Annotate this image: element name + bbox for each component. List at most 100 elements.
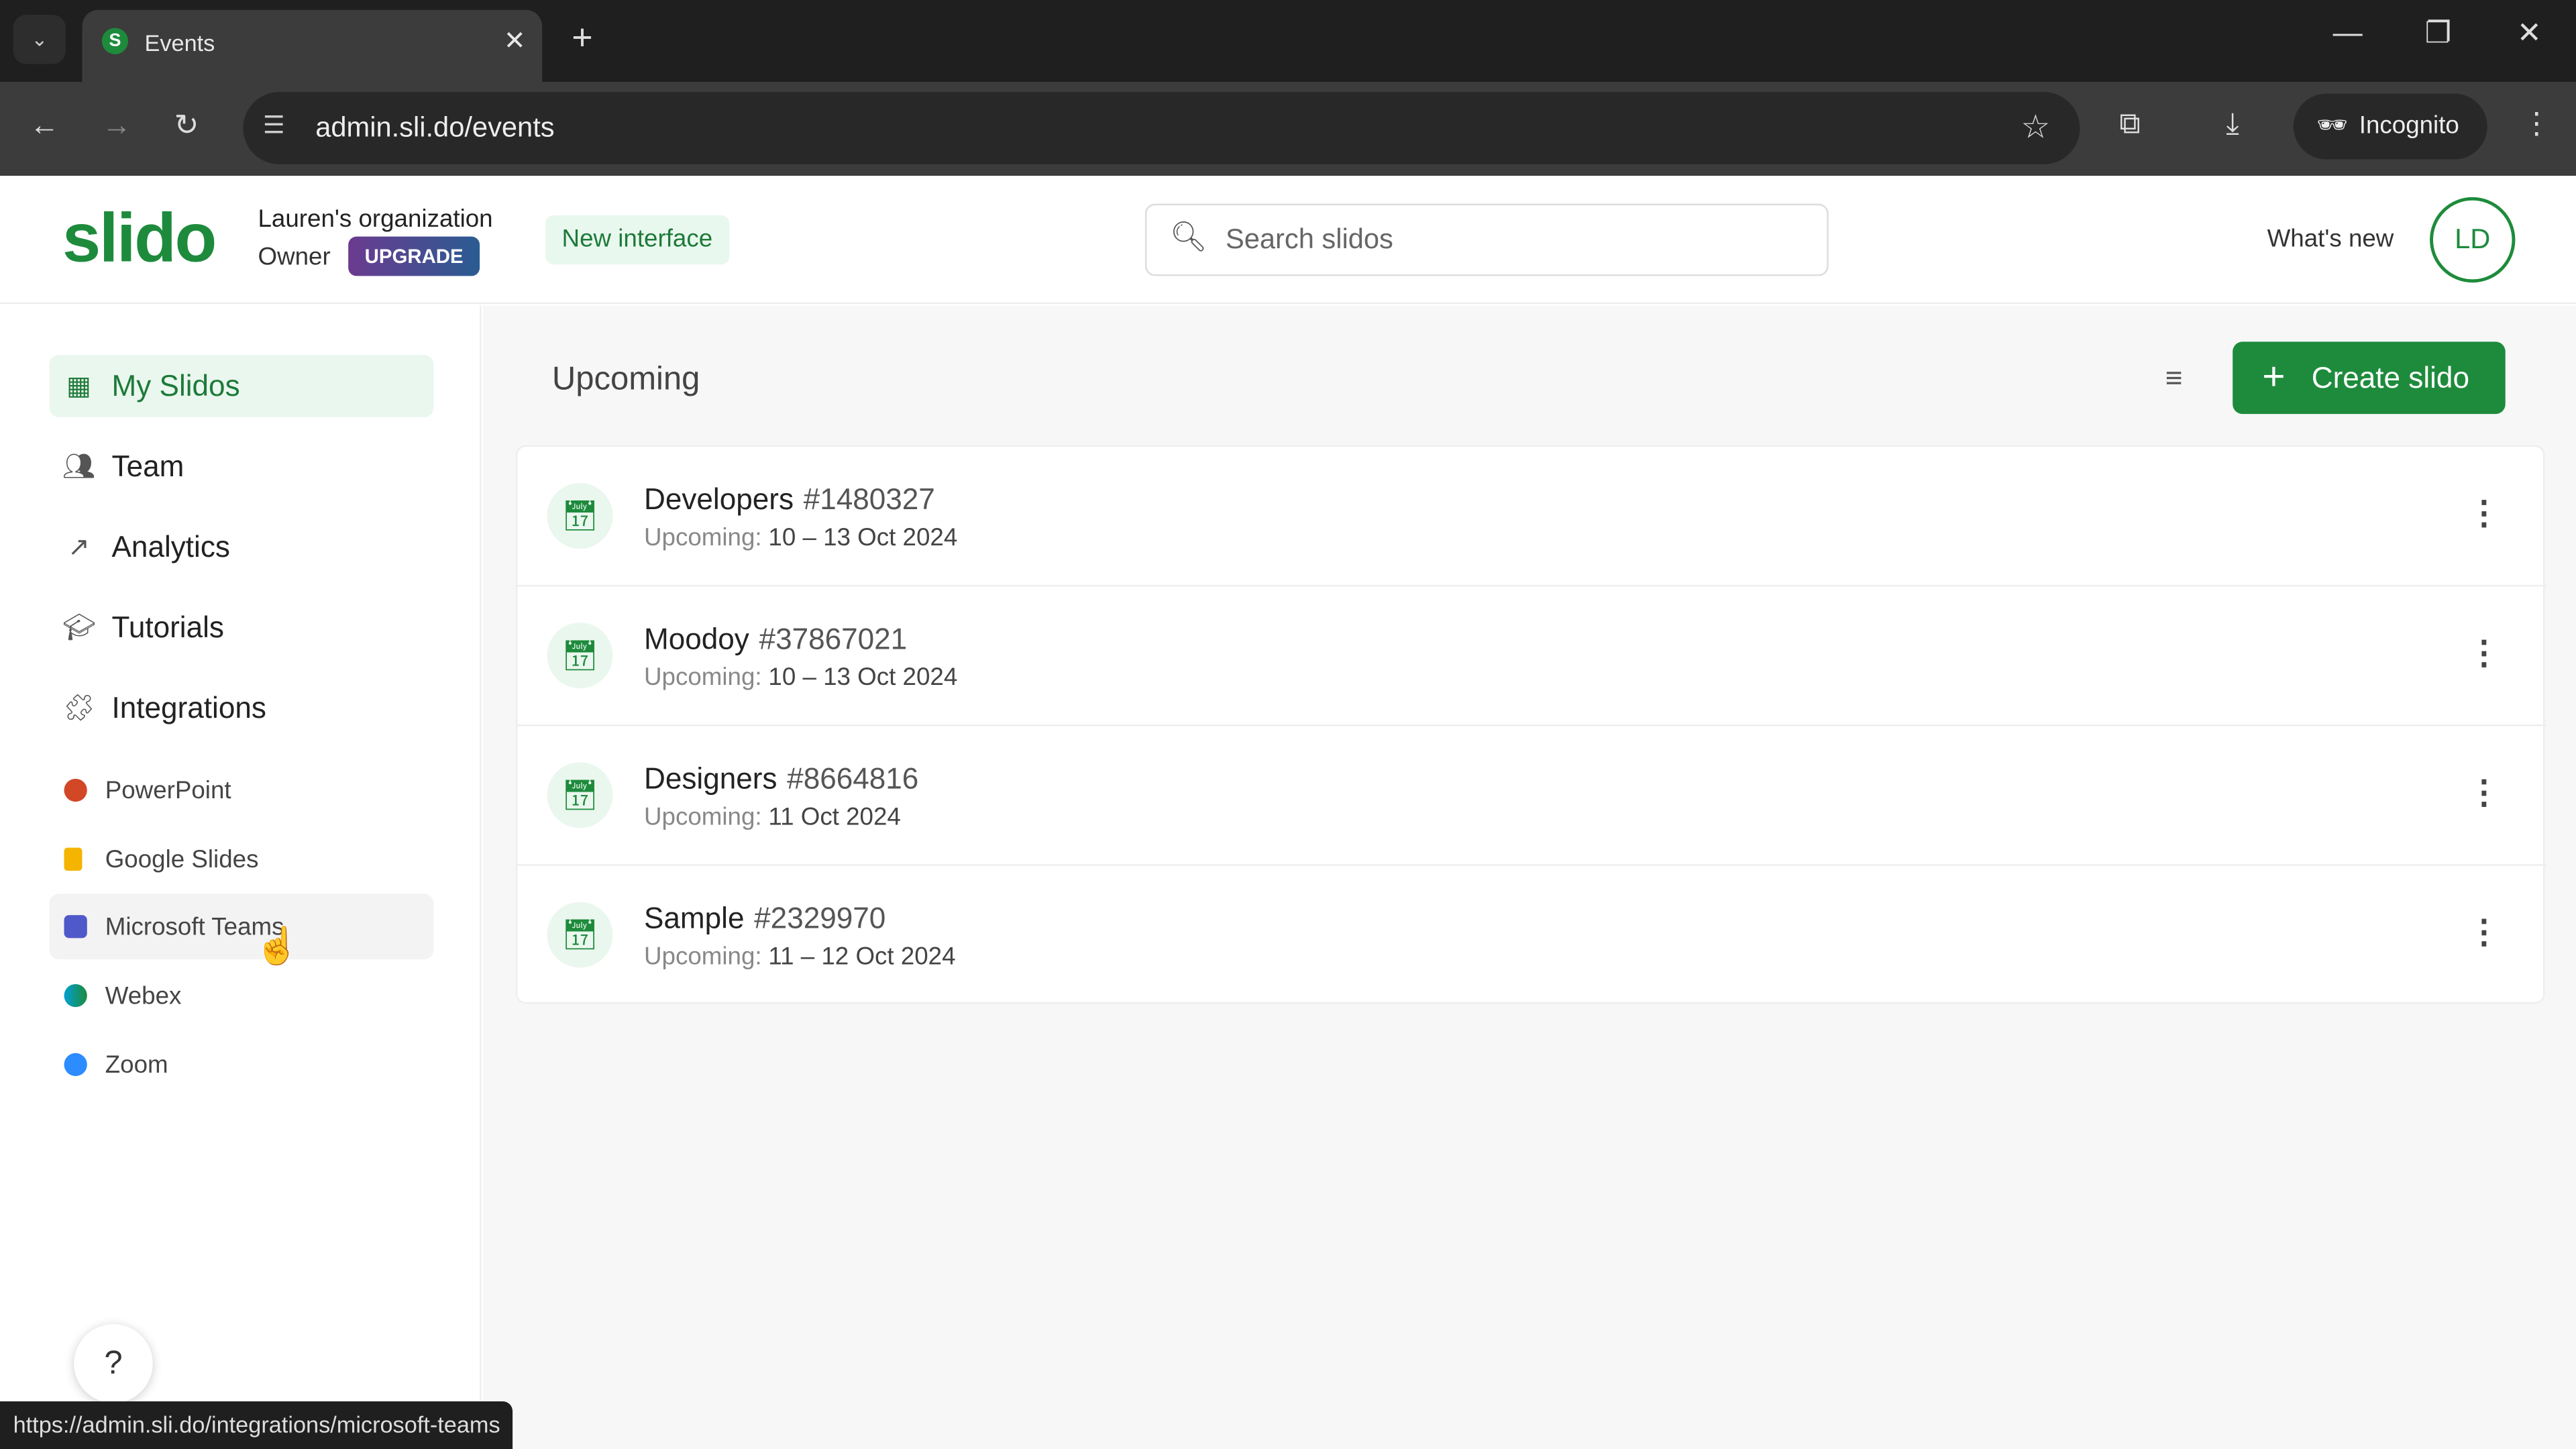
puzzle-icon: 🧩︎ [62,694,96,723]
forward-icon[interactable]: → [102,109,131,143]
status-bar-url: https://admin.sli.do/integrations/micros… [0,1401,514,1449]
new-interface-button[interactable]: New interface [545,215,729,265]
people-icon: 👥︎ [62,453,96,482]
incognito-icon: 🕶 [2316,111,2348,140]
avatar[interactable]: LD [2430,197,2516,283]
minimize-icon[interactable]: — [2333,16,2363,50]
integration-webex[interactable]: Webex [49,963,433,1028]
create-slido-label: Create slido [2311,361,2469,394]
event-code: #37867021 [759,623,908,656]
org-name[interactable]: Lauren's organization [258,205,492,233]
search-box[interactable]: 🔍︎ [1144,203,1829,276]
filter-icon[interactable]: ≡ [2165,362,2183,396]
incognito-indicator[interactable]: 🕶 Incognito [2293,93,2487,160]
calendar-grid-icon: ▦ [66,372,92,401]
integration-label: Webex [105,982,182,1011]
browser-tab-strip: ⌄ S Events ✕ + — ❐ ✕ [0,0,2576,83]
back-icon[interactable]: ← [30,109,59,143]
graduation-cap-icon: 🎓︎ [62,614,96,643]
role-label: Owner [258,243,331,272]
close-window-icon[interactable]: ✕ [2517,16,2542,50]
slido-app: slido Lauren's organization Owner UPGRAD… [0,176,2576,1449]
calendar-icon: 📅︎ [547,902,613,968]
event-row[interactable]: 📅︎ Developers #1480327 Upcoming: 10 – 13 O… [517,447,2546,587]
event-status: Upcoming: [644,803,762,832]
url-text: admin.sli.do/events [315,111,555,144]
event-row[interactable]: 📅︎ Sample #2329970 Upcoming: 11 – 12 Oct 2… [517,866,2546,1006]
sidebar-item-my-slidos[interactable]: ▦ My Slidos [49,354,434,418]
sidebar-item-label: Analytics [111,531,230,564]
more-options-icon[interactable]: ⋮ [2467,633,2500,674]
event-status: Upcoming: [644,663,762,692]
tab-title: Events [144,30,215,56]
event-name[interactable]: Designers [644,762,777,795]
create-slido-button[interactable]: + Create slido [2233,341,2506,415]
sidebar-item-team[interactable]: 👥︎ Team [49,435,433,498]
event-code: #1480327 [803,483,935,516]
download-icon[interactable]: ⤓ [2226,107,2239,141]
event-code: #2329970 [754,902,886,935]
calendar-icon: 📅︎ [547,762,613,828]
event-row[interactable]: 📅︎ Designers #8664816 Upcoming: 11 Oct 202… [517,726,2546,866]
new-tab-button[interactable]: + [572,16,592,59]
address-bar[interactable]: ☰ admin.sli.do/events ☆ [243,92,2080,164]
sidebar-item-tutorials[interactable]: 🎓︎ Tutorials [49,596,433,659]
site-settings-icon[interactable]: ☰ [263,110,285,140]
event-name[interactable]: Moodoy [644,623,749,655]
webex-icon [64,983,87,1008]
event-row[interactable]: 📅︎ Moodoy #37867021 Upcoming: 10 – 13 Oct … [517,586,2546,727]
sidebar-item-label: My Slidos [111,370,240,403]
calendar-icon: 📅︎ [547,623,613,689]
calendar-icon: 📅︎ [547,483,613,549]
app-header: slido Lauren's organization Owner UPGRAD… [0,176,2576,305]
more-options-icon[interactable]: ⋮ [2467,912,2500,953]
main-content: Upcoming ≡ + Create slido 📅︎ Developers #… [483,305,2576,1449]
event-list: 📅︎ Developers #1480327 Upcoming: 10 – 13 O… [515,445,2546,1006]
search-input[interactable] [1225,218,1801,262]
search-icon: 🔍︎ [1169,220,1208,254]
event-dates: 10 – 13 Oct 2024 [768,663,958,692]
sidebar: ▦ My Slidos 👥︎ Team ↗ Analytics 🎓︎ Tutor… [0,305,482,1449]
slido-favicon-icon: S [101,28,129,54]
event-dates: 10 – 13 Oct 2024 [768,524,958,552]
integration-zoom[interactable]: Zoom [49,1032,433,1097]
integration-label: Google Slides [105,846,259,874]
more-options-icon[interactable]: ⋮ [2467,493,2500,534]
more-options-icon[interactable]: ⋮ [2467,772,2500,813]
event-dates: 11 Oct 2024 [768,803,901,832]
sidebar-item-label: Team [111,450,184,484]
integration-microsoft-teams[interactable]: Microsoft Teams [49,894,434,960]
sidebar-item-label: Integrations [111,692,266,725]
powerpoint-icon [64,778,87,802]
event-name[interactable]: Sample [644,902,744,935]
extensions-icon[interactable]: ⧉ [2119,107,2140,141]
event-code: #8664816 [787,762,919,796]
sidebar-item-integrations[interactable]: 🧩︎ Integrations [49,677,433,739]
hand-cursor-icon: ☝ [254,924,300,967]
sidebar-item-label: Tutorials [111,611,224,645]
event-dates: 11 – 12 Oct 2024 [768,943,956,971]
whats-new-link[interactable]: What's new [2267,225,2394,254]
tab-search-button[interactable]: ⌄ [13,15,66,64]
close-tab-icon[interactable]: ✕ [504,25,526,58]
help-button[interactable]: ? [74,1324,153,1403]
microsoft-teams-icon [64,915,87,938]
google-slides-icon [64,847,83,871]
integration-label: PowerPoint [105,777,231,806]
upgrade-button[interactable]: UPGRADE [348,236,480,276]
integration-google-slides[interactable]: Google Slides [49,826,433,892]
bookmark-star-icon[interactable]: ☆ [2021,107,2050,148]
trend-icon: ↗ [68,533,90,562]
browser-tab[interactable]: S Events ✕ [82,9,543,83]
event-name[interactable]: Developers [644,483,794,516]
reload-icon[interactable]: ↻ [174,109,199,143]
event-status: Upcoming: [644,524,762,552]
browser-toolbar: ← → ↻ ☰ admin.sli.do/events ☆ ⧉ ⤓ 🕶 Inco… [0,82,2576,176]
plus-icon: + [2262,354,2286,400]
slido-logo[interactable]: slido [62,199,217,278]
integration-powerpoint[interactable]: PowerPoint [49,757,433,823]
restore-icon[interactable]: ❐ [2425,16,2452,50]
browser-menu-icon[interactable]: ⋮ [2522,107,2551,141]
zoom-icon [64,1053,87,1077]
sidebar-item-analytics[interactable]: ↗ Analytics [49,516,433,578]
